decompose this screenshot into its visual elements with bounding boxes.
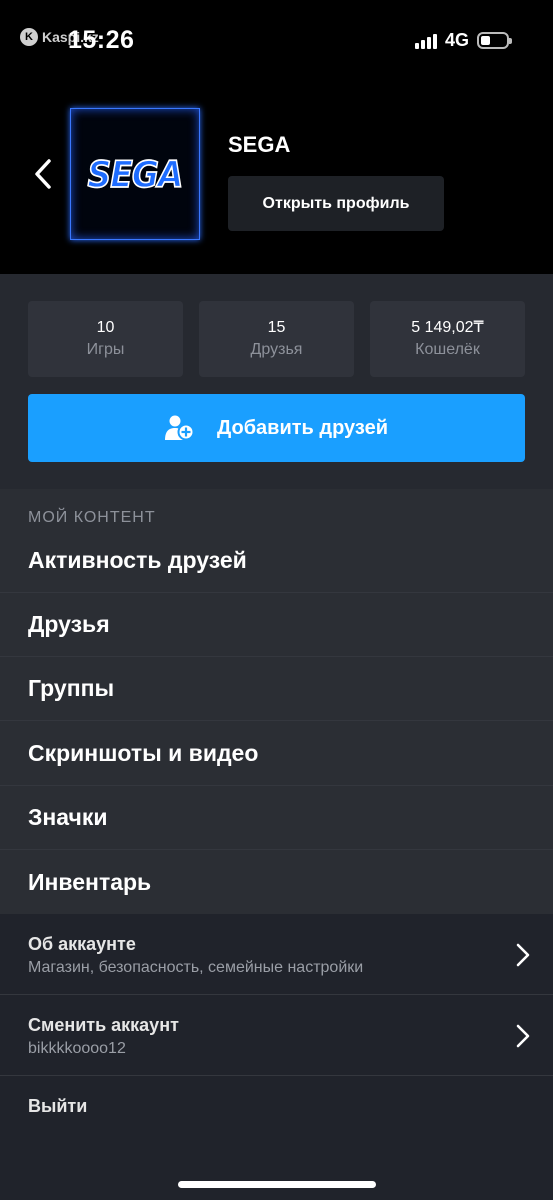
logout-button[interactable]: Выйти xyxy=(0,1076,553,1136)
stat-games[interactable]: 10 Игры xyxy=(28,301,183,377)
stat-label: Кошелёк xyxy=(415,341,480,358)
menu-item-friend-activity[interactable]: Активность друзей xyxy=(0,529,553,593)
signal-icon xyxy=(414,33,437,49)
stats-section: 10 Игры 15 Друзья 5 149,02₸ Кошелёк Доба… xyxy=(0,274,553,489)
add-friends-button[interactable]: Добавить друзей xyxy=(28,394,525,462)
logout-label: Выйти xyxy=(28,1096,88,1116)
stat-label: Игры xyxy=(86,341,125,358)
profile-header: K Kaspi.kz 15:26 4G SEGA SEGA Открыть пр… xyxy=(0,0,553,274)
stat-friends[interactable]: 15 Друзья xyxy=(199,301,354,377)
switch-account-title: Сменить аккаунт xyxy=(28,1015,179,1035)
chevron-right-icon xyxy=(516,1024,530,1048)
status-time: 15:26 xyxy=(68,26,135,54)
chevron-right-icon xyxy=(516,943,530,967)
status-indicators: 4G xyxy=(414,30,512,51)
avatar-logo-text: SEGA xyxy=(87,152,184,197)
stat-value: 10 xyxy=(96,319,115,336)
about-account-row[interactable]: Об аккаунте Магазин, безопасность, семей… xyxy=(0,914,553,995)
account-section: Об аккаунте Магазин, безопасность, семей… xyxy=(0,914,553,1200)
avatar[interactable]: SEGA xyxy=(70,108,200,240)
switch-account-row[interactable]: Сменить аккаунт bikkkkoooo12 xyxy=(0,995,553,1076)
my-content-section: МОЙ КОНТЕНТ Активность друзей Друзья Гру… xyxy=(0,489,553,914)
status-bar: K Kaspi.kz 15:26 4G xyxy=(0,0,553,80)
open-profile-button[interactable]: Открыть профиль xyxy=(228,176,444,231)
menu-item-friends[interactable]: Друзья xyxy=(0,593,553,657)
about-account-subtitle: Магазин, безопасность, семейные настройк… xyxy=(28,959,364,976)
stat-value: 15 xyxy=(267,319,286,336)
stat-value: 5 149,02₸ xyxy=(411,319,484,336)
stat-label: Друзья xyxy=(250,341,303,358)
section-title: МОЙ КОНТЕНТ xyxy=(28,509,156,526)
menu-item-screenshots-videos[interactable]: Скриншоты и видео xyxy=(0,721,553,786)
about-account-title: Об аккаунте xyxy=(28,934,136,954)
battery-icon xyxy=(477,32,512,49)
home-indicator[interactable] xyxy=(178,1181,376,1188)
network-type: 4G xyxy=(444,30,469,50)
kaspi-icon: K xyxy=(20,28,38,46)
switch-account-username: bikkkkoooo12 xyxy=(28,1040,126,1057)
add-friends-label: Добавить друзей xyxy=(216,416,389,439)
menu-item-groups[interactable]: Группы xyxy=(0,657,553,721)
menu-item-inventory[interactable]: Инвентарь xyxy=(0,850,553,914)
add-user-icon xyxy=(164,415,195,441)
profile-name: SEGA xyxy=(228,132,291,157)
stat-wallet[interactable]: 5 149,02₸ Кошелёк xyxy=(370,301,525,377)
back-button[interactable] xyxy=(26,154,60,194)
menu-item-badges[interactable]: Значки xyxy=(0,786,553,850)
chevron-left-icon xyxy=(35,159,51,189)
